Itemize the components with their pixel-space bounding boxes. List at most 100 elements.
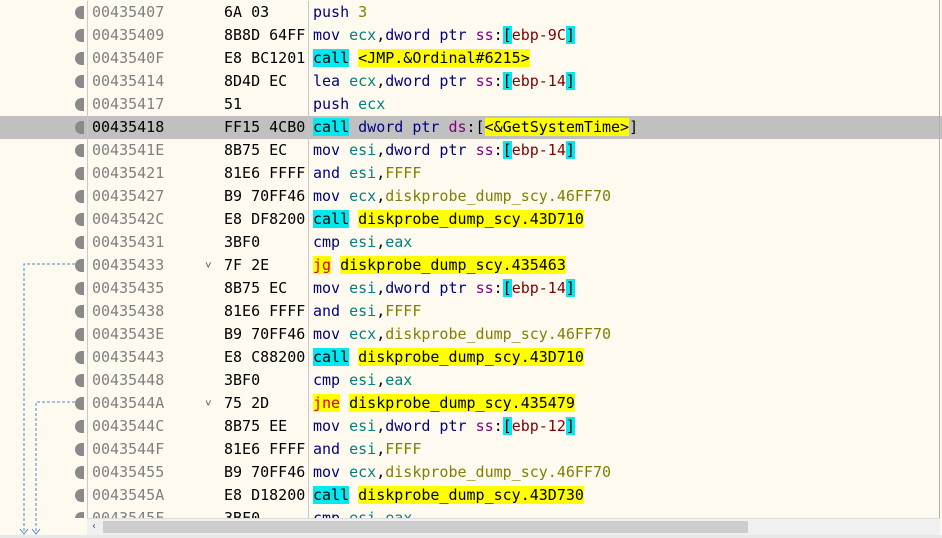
- disasm-row[interactable]: 0043542C E8 DF8200 call diskprobe_dump_scy…: [0, 208, 942, 231]
- instruction-cell[interactable]: jne diskprobe_dump_scy.435479: [313, 392, 575, 415]
- disasm-row[interactable]: 00435435 8B75 EC mov esi,dword ptr ss:[ebp…: [0, 277, 942, 300]
- instruction-cell[interactable]: mov ecx,diskprobe_dump_scy.46FF70: [313, 185, 611, 208]
- disasm-row[interactable]: 00435455 B9 70FF46 mov ecx,diskprobe_dump_…: [0, 461, 942, 484]
- breakpoint-marker-icon[interactable]: [75, 6, 84, 19]
- disasm-row[interactable]: 00435431 3BF0 cmp esi,eax: [0, 231, 942, 254]
- bytes-cell[interactable]: B9 70FF46: [224, 185, 308, 208]
- instruction-cell[interactable]: mov esi,dword ptr ss:[ebp-14]: [313, 139, 575, 162]
- instruction-cell[interactable]: cmp esi,eax: [313, 231, 412, 254]
- disasm-row[interactable]: 00435438 81E6 FFFF and esi,FFFF: [0, 300, 942, 323]
- disasm-row[interactable]: 00435421 81E6 FFFF and esi,FFFF: [0, 162, 942, 185]
- bytes-cell[interactable]: 75 2D: [224, 392, 308, 415]
- disasm-row[interactable]: 00435418 FF15 4CB0 call dword ptr ds:[<&Ge…: [0, 116, 942, 139]
- breakpoint-marker-icon[interactable]: [75, 466, 84, 479]
- breakpoint-marker-icon[interactable]: [75, 305, 84, 318]
- disasm-row[interactable]: 0043544F 81E6 FFFF and esi,FFFF: [0, 438, 942, 461]
- bytes-cell[interactable]: 7F 2E: [224, 254, 308, 277]
- instruction-cell[interactable]: call <JMP.&Ordinal#6215>: [313, 47, 530, 70]
- breakpoint-marker-icon[interactable]: [75, 489, 84, 502]
- breakpoint-marker-icon[interactable]: [75, 443, 84, 456]
- disasm-row[interactable]: 0043544A ˅ 75 2D jne diskprobe_dump_scy.435…: [0, 392, 942, 415]
- breakpoint-marker-icon[interactable]: [75, 282, 84, 295]
- instruction-cell[interactable]: cmp esi,eax: [313, 369, 412, 392]
- breakpoint-marker-icon[interactable]: [75, 328, 84, 341]
- breakpoint-marker-icon[interactable]: [75, 236, 84, 249]
- instruction-cell[interactable]: push 3: [313, 1, 367, 24]
- bytes-cell[interactable]: 3BF0: [224, 507, 308, 518]
- breakpoint-marker-icon[interactable]: [75, 397, 84, 410]
- bytes-cell[interactable]: FF15 4CB0: [224, 116, 308, 139]
- breakpoint-marker-icon[interactable]: [75, 29, 84, 42]
- instruction-cell[interactable]: mov ecx,diskprobe_dump_scy.46FF70: [313, 323, 611, 346]
- disasm-row[interactable]: 00435433 ˅ 7F 2E jg diskprobe_dump_scy.4354…: [0, 254, 942, 277]
- bytes-cell[interactable]: 81E6 FFFF: [224, 162, 308, 185]
- bytes-cell[interactable]: 8B75 EC: [224, 277, 308, 300]
- breakpoint-marker-icon[interactable]: [75, 259, 84, 272]
- disasm-row[interactable]: 0043544C 8B75 EE mov esi,dword ptr ss:[ebp…: [0, 415, 942, 438]
- instruction-cell[interactable]: jg diskprobe_dump_scy.435463: [313, 254, 566, 277]
- bytes-cell[interactable]: E8 BC1201: [224, 47, 308, 70]
- horizontal-scrollbar[interactable]: ‹: [87, 518, 940, 535]
- disasm-row[interactable]: 00435407 6A 03 push 3: [0, 1, 942, 24]
- disasm-row[interactable]: 00435448 3BF0 cmp esi,eax: [0, 369, 942, 392]
- breakpoint-marker-icon[interactable]: [75, 75, 84, 88]
- bytes-cell[interactable]: E8 DF8200: [224, 208, 308, 231]
- bytes-cell[interactable]: B9 70FF46: [224, 323, 308, 346]
- instruction-cell[interactable]: and esi,FFFF: [313, 438, 421, 461]
- instruction-cell[interactable]: mov ecx,dword ptr ss:[ebp-9C]: [313, 24, 575, 47]
- instruction-token: eax: [385, 233, 413, 251]
- instruction-cell[interactable]: and esi,FFFF: [313, 162, 421, 185]
- disasm-row[interactable]: 0043540F E8 BC1201 call <JMP.&Ordinal#6215…: [0, 47, 942, 70]
- bytes-cell[interactable]: 81E6 FFFF: [224, 300, 308, 323]
- bytes-cell[interactable]: 3BF0: [224, 369, 308, 392]
- breakpoint-marker-icon[interactable]: [75, 351, 84, 364]
- bytes-cell[interactable]: 8B75 EE: [224, 415, 308, 438]
- disasm-row[interactable]: 0043545F 3BF0 cmp esi,eax: [0, 507, 942, 518]
- bytes-cell[interactable]: 51: [224, 93, 308, 116]
- breakpoint-marker-icon[interactable]: [75, 167, 84, 180]
- scrollbar-thumb[interactable]: [103, 521, 748, 533]
- instruction-cell[interactable]: lea ecx,dword ptr ss:[ebp-14]: [313, 70, 575, 93]
- instruction-cell[interactable]: mov esi,dword ptr ss:[ebp-12]: [313, 415, 575, 438]
- disasm-row[interactable]: 00435409 8B8D 64FF mov ecx,dword ptr ss:[e…: [0, 24, 942, 47]
- instruction-cell[interactable]: call dword ptr ds:[<&GetSystemTime>]: [313, 116, 638, 139]
- instruction-cell[interactable]: call diskprobe_dump_scy.43D710: [313, 208, 584, 231]
- disassembly-view[interactable]: 00435407 6A 03 push 3 00435409 8B8D 64FF mov …: [0, 0, 942, 518]
- instruction-cell[interactable]: mov ecx,diskprobe_dump_scy.46FF70: [313, 461, 611, 484]
- breakpoint-marker-icon[interactable]: [75, 52, 84, 65]
- breakpoint-marker-icon[interactable]: [75, 213, 84, 226]
- instruction-cell[interactable]: push ecx: [313, 93, 385, 116]
- scroll-left-arrow-icon[interactable]: ‹: [87, 519, 101, 535]
- bytes-cell[interactable]: E8 C88200: [224, 346, 308, 369]
- bytes-cell[interactable]: 8D4D EC: [224, 70, 308, 93]
- instruction-cell[interactable]: cmp esi,eax: [313, 507, 412, 518]
- bytes-cell[interactable]: B9 70FF46: [224, 461, 308, 484]
- breakpoint-marker-icon[interactable]: [75, 374, 84, 387]
- bytes-cell[interactable]: E8 D18200: [224, 484, 308, 507]
- bytes-cell[interactable]: 3BF0: [224, 231, 308, 254]
- bytes-cell[interactable]: 6A 03: [224, 1, 308, 24]
- instruction-token: [340, 302, 349, 320]
- breakpoint-marker-icon[interactable]: [75, 144, 84, 157]
- disasm-row[interactable]: 0043543E B9 70FF46 mov ecx,diskprobe_dump_…: [0, 323, 942, 346]
- bytes-cell[interactable]: 8B75 EC: [224, 139, 308, 162]
- disasm-row[interactable]: 00435443 E8 C88200 call diskprobe_dump_scy…: [0, 346, 942, 369]
- disasm-row[interactable]: 00435414 8D4D EC lea ecx,dword ptr ss:[ebp…: [0, 70, 942, 93]
- instruction-cell[interactable]: call diskprobe_dump_scy.43D730: [313, 484, 584, 507]
- breakpoint-marker-icon[interactable]: [75, 190, 84, 203]
- bytes-cell[interactable]: 81E6 FFFF: [224, 438, 308, 461]
- instruction-cell[interactable]: call diskprobe_dump_scy.43D710: [313, 346, 584, 369]
- disasm-row[interactable]: 00435417 51 push ecx: [0, 93, 942, 116]
- instruction-cell[interactable]: mov esi,dword ptr ss:[ebp-14]: [313, 277, 575, 300]
- breakpoint-marker-icon[interactable]: [75, 121, 84, 134]
- instruction-token: ecx: [349, 26, 377, 44]
- disasm-row[interactable]: 0043545A E8 D18200 call diskprobe_dump_scy…: [0, 484, 942, 507]
- disasm-row[interactable]: 00435427 B9 70FF46 mov ecx,diskprobe_dump_…: [0, 185, 942, 208]
- instruction-cell[interactable]: and esi,FFFF: [313, 300, 421, 323]
- breakpoint-marker-icon[interactable]: [75, 420, 84, 433]
- disasm-row[interactable]: 0043541E 8B75 EC mov esi,dword ptr ss:[ebp…: [0, 139, 942, 162]
- instruction-token: [: [502, 26, 512, 44]
- breakpoint-marker-icon[interactable]: [75, 512, 84, 518]
- bytes-cell[interactable]: 8B8D 64FF: [224, 24, 308, 47]
- breakpoint-marker-icon[interactable]: [75, 98, 84, 111]
